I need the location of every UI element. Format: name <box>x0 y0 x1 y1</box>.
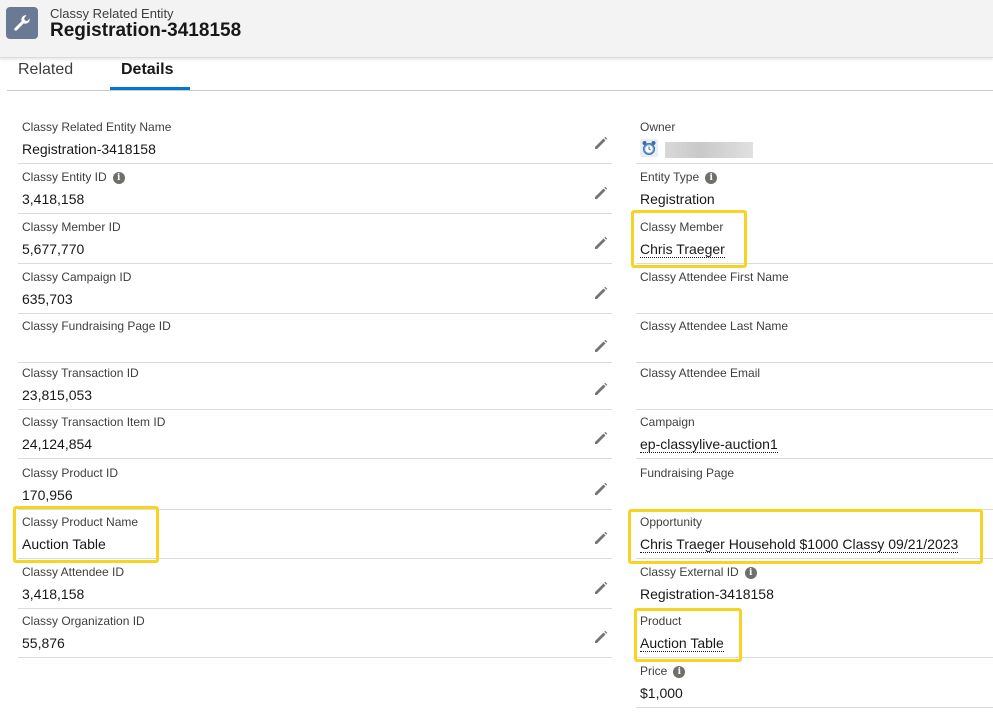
wrench-icon <box>6 7 38 39</box>
field-fundraising-page: Fundraising Page <box>636 460 993 510</box>
field-value: 5,677,770 <box>22 241 85 257</box>
field-product: Product Auction Table <box>636 608 993 658</box>
field-member-id: Classy Member ID 5,677,770 <box>18 214 612 264</box>
edit-pencil-icon[interactable] <box>592 186 608 202</box>
field-campaign: Campaign ep-classylive-auction1 <box>636 409 993 459</box>
info-icon[interactable]: i <box>673 666 686 678</box>
field-value: 635,703 <box>22 291 73 307</box>
field-transaction-id: Classy Transaction ID 23,815,053 <box>18 360 612 410</box>
field-label: Classy Attendee Last Name <box>640 319 789 333</box>
edit-pencil-icon[interactable] <box>592 286 608 302</box>
field-classy-member: Classy Member Chris Traeger <box>636 214 993 264</box>
tab-bar: Related Details <box>7 58 993 91</box>
field-label: Classy Attendee Email <box>640 366 761 380</box>
field-transaction-item-id: Classy Transaction Item ID 24,124,854 <box>18 409 612 459</box>
field-value: $1,000 <box>640 685 683 701</box>
field-label: Opportunity <box>640 515 703 529</box>
field-attendee-id: Classy Attendee ID 3,418,158 <box>18 559 612 609</box>
field-label: Classy Member <box>640 220 724 234</box>
info-icon[interactable]: i <box>744 567 757 579</box>
field-owner: Owner <box>636 114 993 164</box>
field-label: Owner <box>640 120 676 134</box>
active-tab-indicator <box>110 87 190 90</box>
opportunity-link[interactable]: Chris Traeger Household $1000 Classy 09/… <box>640 536 959 553</box>
field-label: Campaign <box>640 415 695 429</box>
product-link[interactable]: Auction Table <box>640 635 724 652</box>
field-fundraising-page-id: Classy Fundraising Page ID <box>18 313 612 363</box>
field-attendee-last-name: Classy Attendee Last Name <box>636 313 993 363</box>
field-label: Entity Type i <box>640 170 718 184</box>
field-label: Classy Organization ID <box>22 614 145 628</box>
field-label: Classy Attendee ID <box>22 565 125 579</box>
classy-member-link[interactable]: Chris Traeger <box>640 241 725 258</box>
field-value: 3,418,158 <box>22 586 85 602</box>
field-external-id: Classy External ID i Registration-3418158 <box>636 559 993 608</box>
field-campaign-id: Classy Campaign ID 635,703 <box>18 264 612 314</box>
edit-pencil-icon[interactable] <box>592 339 608 355</box>
field-label: Classy Member ID <box>22 220 121 234</box>
field-value: Registration-3418158 <box>22 141 156 157</box>
info-icon[interactable]: i <box>705 172 718 184</box>
field-label: Fundraising Page <box>640 466 735 480</box>
field-related-entity-name: Classy Related Entity Name Registration-… <box>18 114 612 164</box>
field-label: Classy Related Entity Name <box>22 120 172 134</box>
owner-name-redacted[interactable] <box>665 142 753 158</box>
field-opportunity: Opportunity Chris Traeger Household $100… <box>636 509 993 559</box>
edit-pencil-icon[interactable] <box>592 236 608 252</box>
tab-related[interactable]: Related <box>18 61 73 79</box>
edit-pencil-icon[interactable] <box>592 482 608 498</box>
field-value: 55,876 <box>22 635 65 651</box>
field-label: Product <box>640 614 682 628</box>
edit-pencil-icon[interactable] <box>592 431 608 447</box>
field-entity-type: Entity Type i Registration <box>636 164 993 213</box>
edit-pencil-icon[interactable] <box>592 630 608 646</box>
record-header: Classy Related Entity Registration-34181… <box>0 0 993 58</box>
field-label: Classy Transaction Item ID <box>22 415 166 429</box>
info-icon[interactable]: i <box>112 172 125 184</box>
field-product-id: Classy Product ID 170,956 <box>18 460 612 510</box>
field-product-name: Classy Product Name Auction Table <box>18 509 612 559</box>
edit-pencil-icon[interactable] <box>592 531 608 547</box>
edit-pencil-icon[interactable] <box>592 382 608 398</box>
field-entity-id: Classy Entity ID i 3,418,158 <box>18 164 612 214</box>
tab-details[interactable]: Details <box>121 61 173 79</box>
field-label: Classy Transaction ID <box>22 366 139 380</box>
field-value: Auction Table <box>22 536 106 552</box>
edit-pencil-icon[interactable] <box>592 136 608 152</box>
campaign-link[interactable]: ep-classylive-auction1 <box>640 436 778 453</box>
field-value: 23,815,053 <box>22 387 93 403</box>
field-label: Classy Attendee First Name <box>640 270 789 284</box>
field-label: Classy Product ID <box>22 466 119 480</box>
field-label: Price i <box>640 664 686 678</box>
field-label: Classy External ID i <box>640 565 757 579</box>
object-type-label: Classy Related Entity <box>50 6 174 21</box>
edit-pencil-icon[interactable] <box>592 581 608 597</box>
field-label: Classy Campaign ID <box>22 270 132 284</box>
field-organization-id: Classy Organization ID 55,876 <box>18 608 612 658</box>
field-price: Price i $1,000 <box>636 658 993 708</box>
field-label: Classy Entity ID i <box>22 170 125 184</box>
field-value: 3,418,158 <box>22 191 85 207</box>
field-value: 170,956 <box>22 487 73 503</box>
owner-avatar-icon[interactable] <box>640 139 658 157</box>
field-value: Registration-3418158 <box>640 586 774 602</box>
field-value: 24,124,854 <box>22 436 93 452</box>
field-label: Classy Product Name <box>22 515 139 529</box>
record-title: Registration-3418158 <box>50 20 242 41</box>
field-value: Registration <box>640 191 715 207</box>
field-attendee-first-name: Classy Attendee First Name <box>636 264 993 314</box>
field-attendee-email: Classy Attendee Email <box>636 360 993 410</box>
field-label: Classy Fundraising Page ID <box>22 319 171 333</box>
